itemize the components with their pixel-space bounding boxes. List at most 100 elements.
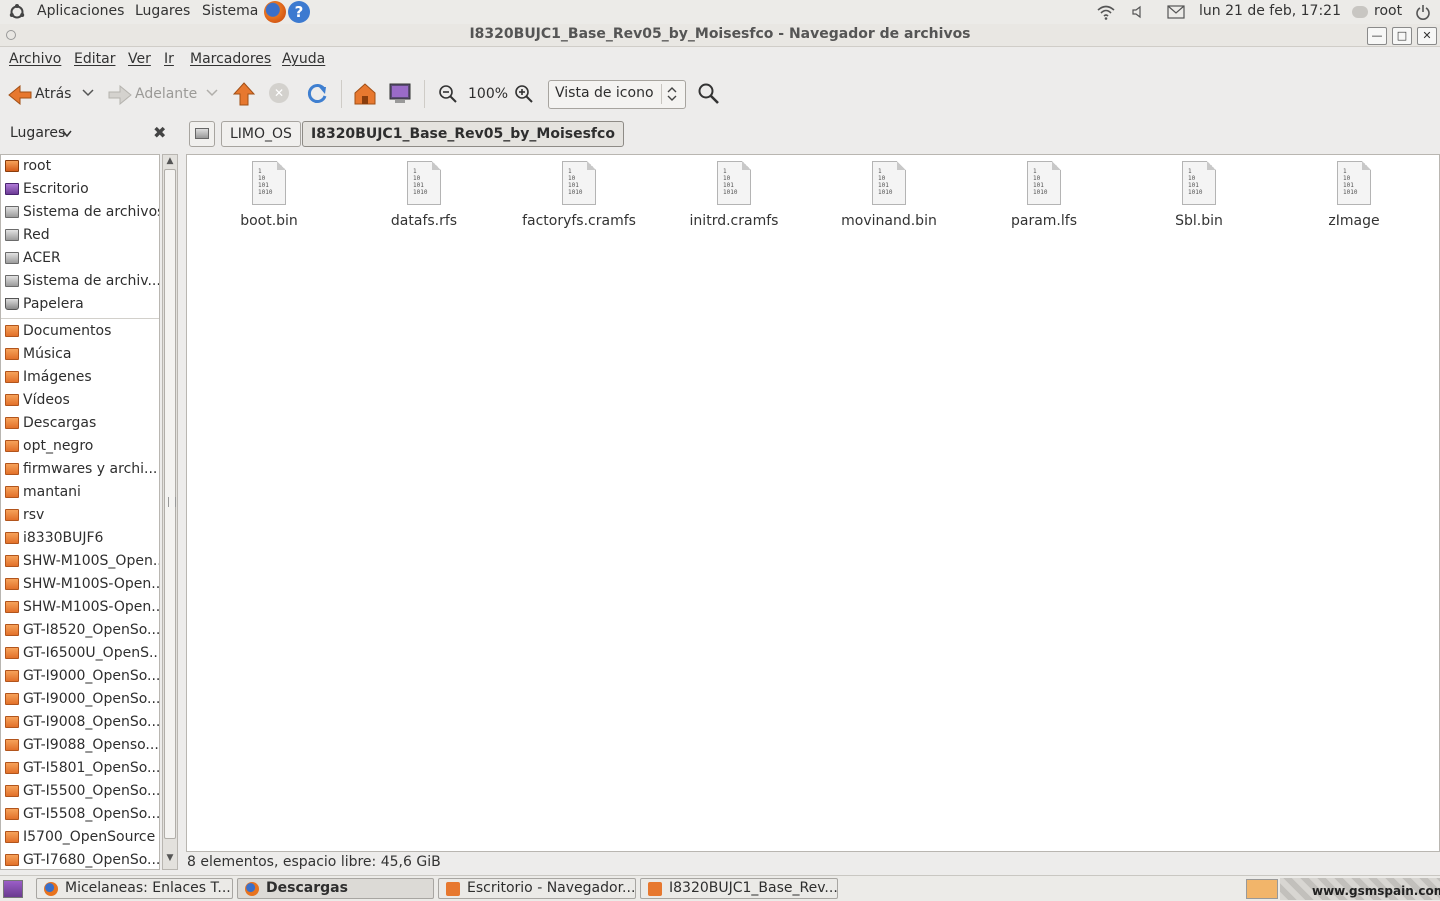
sidebar-item[interactable]: opt_negro: [1, 435, 159, 458]
mail-icon[interactable]: [1167, 5, 1185, 19]
clock[interactable]: lun 21 de feb, 17:21: [1199, 3, 1341, 19]
sidebar-item[interactable]: rsv: [1, 504, 159, 527]
computer-icon[interactable]: [388, 82, 412, 106]
forward-button[interactable]: Adelante: [106, 78, 218, 110]
power-icon[interactable]: [1415, 4, 1431, 20]
zoom-in-icon[interactable]: [514, 84, 534, 104]
sidebar-item[interactable]: GT-I6500U_OpenS...: [1, 642, 159, 665]
stop-icon[interactable]: ✕: [269, 83, 289, 103]
toolbar-separator: [424, 80, 425, 108]
sidebar-item[interactable]: GT-I9088_Openso...: [1, 734, 159, 757]
sidebar-item[interactable]: GT-I5508_OpenSo...: [1, 803, 159, 826]
maximize-button[interactable]: □: [1392, 27, 1412, 45]
sidebar-item[interactable]: GT-I9000_OpenSo...: [1, 665, 159, 688]
file-item[interactable]: 1 10 101 1010 param.lfs: [969, 161, 1119, 229]
file-item[interactable]: 1 10 101 1010 boot.bin: [194, 161, 344, 229]
sidebar-item[interactable]: SHW-M100S-Open...: [1, 596, 159, 619]
sidebar-item[interactable]: Música: [1, 343, 159, 366]
sidebar-item[interactable]: root: [1, 155, 159, 178]
close-pane-icon[interactable]: ✖: [153, 123, 166, 142]
sidebar-item[interactable]: GT-I8520_OpenSo...: [1, 619, 159, 642]
menu-lugares[interactable]: Lugares: [135, 3, 190, 19]
sidebar-item[interactable]: SHW-M100S_Open...: [1, 550, 159, 573]
forward-history-chevron-icon[interactable]: [206, 89, 218, 97]
zoom-out-icon[interactable]: [438, 84, 458, 104]
taskbar-window-button[interactable]: Escritorio - Navegador...: [438, 878, 636, 899]
minimize-button[interactable]: —: [1367, 27, 1387, 45]
search-icon[interactable]: [697, 82, 721, 106]
sidebar-item[interactable]: GT-I9008_OpenSo...: [1, 711, 159, 734]
sidebar-item[interactable]: Documentos: [1, 320, 159, 343]
file-item[interactable]: 1 10 101 1010 datafs.rfs: [349, 161, 499, 229]
back-history-chevron-icon[interactable]: [82, 89, 94, 97]
up-arrow-icon[interactable]: [233, 82, 255, 106]
menu-sistema[interactable]: Sistema: [202, 3, 258, 19]
chevron-down-icon[interactable]: [62, 130, 72, 138]
sidebar-item[interactable]: GT-I9000_OpenSo...: [1, 688, 159, 711]
refresh-icon[interactable]: [305, 82, 329, 106]
sidebar-item[interactable]: Sistema de archiv...: [1, 270, 159, 293]
file-item[interactable]: 1 10 101 1010 Sbl.bin: [1124, 161, 1274, 229]
file-item[interactable]: 1 10 101 1010 initrd.cramfs: [659, 161, 809, 229]
downloads-folder-icon: [5, 417, 19, 429]
view-mode-select[interactable]: Vista de icono: [548, 80, 686, 109]
menu-editar[interactable]: Editar: [74, 51, 115, 67]
firefox-icon[interactable]: [264, 1, 286, 23]
path-drive-button[interactable]: [189, 121, 215, 147]
sidebar-item[interactable]: GT-I5801_OpenSo...: [1, 757, 159, 780]
path-crumb-current[interactable]: I8320BUJC1_Base_Rev05_by_Moisesfco: [302, 121, 624, 147]
menu-marcadores[interactable]: Marcadores: [190, 51, 271, 67]
sidebar-item[interactable]: mantani: [1, 481, 159, 504]
taskbar-window-button[interactable]: I8320BUJC1_Base_Rev...: [640, 878, 838, 899]
file-icon-bits: 1 10 101 1010: [1343, 168, 1358, 196]
sidebar-item[interactable]: i8330BUJF6: [1, 527, 159, 550]
menu-ir[interactable]: Ir: [164, 51, 174, 67]
sidebar-item[interactable]: ACER: [1, 247, 159, 270]
menu-aplicaciones[interactable]: Aplicaciones: [37, 3, 124, 19]
file-manager-icon: [446, 882, 460, 896]
pane-resize-handle[interactable]: [168, 497, 176, 507]
path-crumb-limo-os[interactable]: LIMO_OS: [221, 121, 301, 147]
menu-ayuda[interactable]: Ayuda: [282, 51, 325, 67]
sidebar-item[interactable]: firmwares y archi...: [1, 458, 159, 481]
ubuntu-logo-icon[interactable]: [8, 3, 26, 21]
sidebar-scrollbar[interactable]: ▲ ▼: [162, 154, 178, 870]
forward-arrow-icon: [108, 85, 132, 105]
taskbar-window-button[interactable]: Micelaneas: Enlaces T...: [36, 878, 233, 899]
network-icon: [5, 229, 19, 241]
taskbar-window-button[interactable]: Descargas: [237, 878, 434, 899]
sidebar-item[interactable]: GT-I7680_OpenSo...: [1, 849, 159, 869]
zoom-level[interactable]: 100%: [468, 86, 508, 102]
sidebar-item[interactable]: Vídeos: [1, 389, 159, 412]
wifi-icon[interactable]: [1097, 4, 1115, 20]
file-item[interactable]: 1 10 101 1010 zImage: [1279, 161, 1429, 229]
close-button[interactable]: ✕: [1417, 27, 1437, 45]
volume-icon[interactable]: [1131, 5, 1145, 19]
sidebar-item[interactable]: Sistema de archivos: [1, 201, 159, 224]
window-titlebar[interactable]: I8320BUJC1_Base_Rev05_by_Moisesfco - Nav…: [0, 24, 1440, 47]
drive-icon: [195, 128, 209, 139]
sidebar-item[interactable]: Imágenes: [1, 366, 159, 389]
notification-icon[interactable]: [1246, 879, 1278, 899]
sidebar-item[interactable]: Escritorio: [1, 178, 159, 201]
show-desktop-icon[interactable]: [3, 880, 23, 898]
sidebar-item[interactable]: Papelera: [1, 293, 159, 316]
sidebar-item[interactable]: Red: [1, 224, 159, 247]
help-icon[interactable]: ?: [288, 1, 310, 23]
file-item[interactable]: 1 10 101 1010 movinand.bin: [814, 161, 964, 229]
sidebar-item[interactable]: Descargas: [1, 412, 159, 435]
menu-ver[interactable]: Ver: [128, 51, 151, 67]
file-icon-view[interactable]: 1 10 101 1010 boot.bin 1 10 101 1010 datafs.rfs 1 1…: [186, 154, 1440, 852]
menu-archivo[interactable]: Archivo: [9, 51, 61, 67]
sidebar-item[interactable]: SHW-M100S-Open...: [1, 573, 159, 596]
user-menu[interactable]: root: [1374, 3, 1402, 19]
file-item[interactable]: 1 10 101 1010 factoryfs.cramfs: [504, 161, 654, 229]
scroll-down-icon[interactable]: ▼: [164, 853, 176, 867]
sidebar-item[interactable]: GT-I5500_OpenSo...: [1, 780, 159, 803]
places-dropdown[interactable]: Lugares: [10, 125, 65, 141]
home-icon[interactable]: [353, 82, 377, 106]
sidebar-item-label: Red: [23, 227, 50, 243]
sidebar-item[interactable]: I5700_OpenSource: [1, 826, 159, 849]
scroll-up-icon[interactable]: ▲: [164, 156, 176, 170]
workspace-switcher[interactable]: www.gsmspain.com: [1280, 878, 1440, 900]
